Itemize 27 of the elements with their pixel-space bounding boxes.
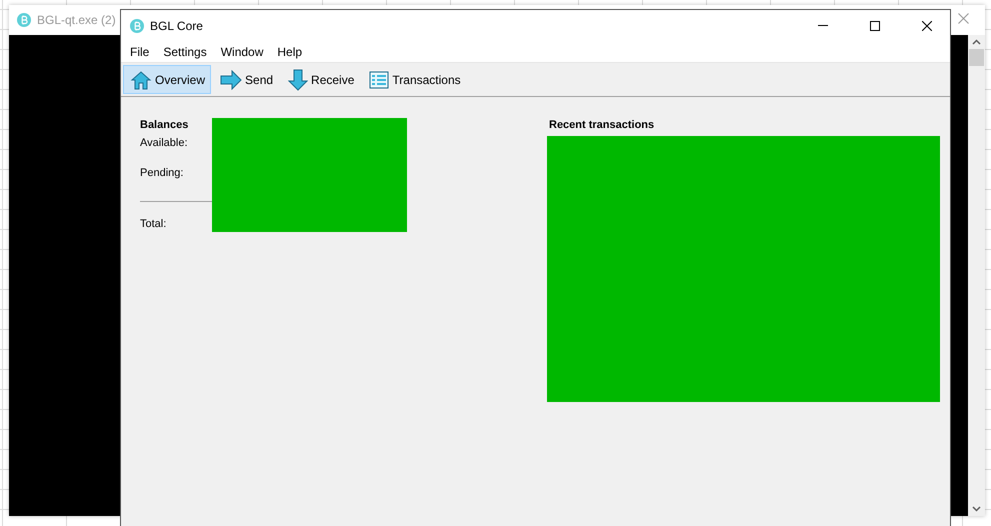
toolbar-tab[interactable]: Transactions xyxy=(362,65,467,94)
coin-icon xyxy=(130,18,144,32)
window-title: BGL Core xyxy=(150,18,204,32)
right-arrow-icon xyxy=(220,70,242,90)
minimize-icon[interactable] xyxy=(818,24,828,26)
menu-item[interactable]: Window xyxy=(214,44,270,58)
menu-item[interactable]: Help xyxy=(270,44,310,58)
toolbar-tab[interactable]: Send xyxy=(213,65,280,94)
balance-label: Pending: xyxy=(140,167,184,181)
down-caret-icon[interactable] xyxy=(972,506,981,512)
toolbar-tab[interactable]: Receive xyxy=(281,65,360,94)
coin-icon xyxy=(17,13,31,27)
toolbar-tab[interactable]: Overview xyxy=(123,65,212,94)
section-heading: Recent transactions xyxy=(548,119,656,133)
house-icon xyxy=(130,68,152,90)
maximize-icon[interactable] xyxy=(870,20,880,30)
up-caret-icon[interactable] xyxy=(972,39,981,45)
balance-label: Total: xyxy=(140,218,168,232)
close-icon[interactable] xyxy=(922,20,932,30)
menu-item[interactable]: File xyxy=(123,44,156,58)
section-heading: Balances xyxy=(140,119,190,133)
list-icon xyxy=(369,70,390,88)
down-arrow-icon xyxy=(288,68,308,90)
menu-item[interactable]: Settings xyxy=(156,44,214,58)
scroll-thumb[interactable] xyxy=(969,49,984,66)
window-title: BGL-qt.exe (2) xyxy=(37,13,116,27)
balance-label: Available: xyxy=(140,137,188,151)
